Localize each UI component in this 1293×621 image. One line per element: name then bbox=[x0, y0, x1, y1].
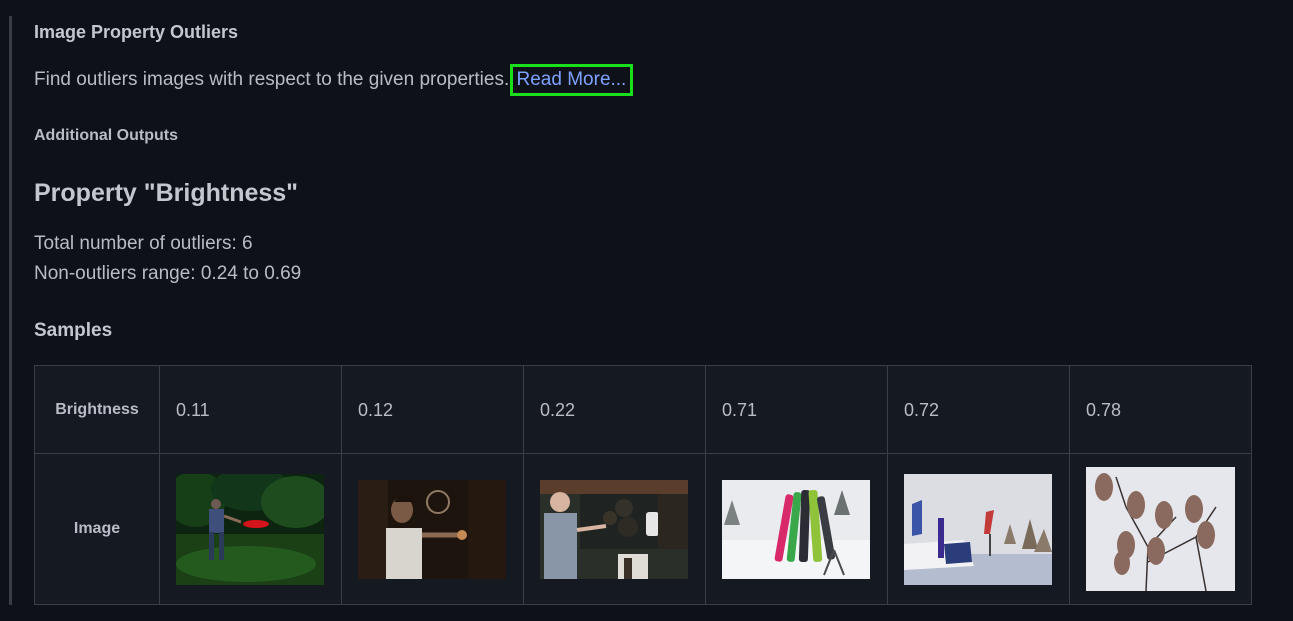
sample-image-snow-park bbox=[904, 473, 1052, 585]
left-border-rule bbox=[9, 16, 12, 605]
sample-image-birds bbox=[1086, 467, 1235, 591]
image-row: Image bbox=[34, 453, 1252, 605]
sample-image-man-dark-room bbox=[358, 479, 506, 579]
brightness-value: 0.71 bbox=[705, 365, 888, 454]
image-cell bbox=[705, 453, 888, 605]
check-title: Image Property Outliers bbox=[34, 22, 239, 42]
brightness-value: 0.11 bbox=[159, 365, 342, 454]
image-row-label: Image bbox=[34, 453, 160, 605]
sample-image-man-kitchen bbox=[540, 479, 688, 579]
read-more-link[interactable]: Read More... bbox=[509, 64, 634, 96]
check-description: Find outliers images with respect to the… bbox=[34, 64, 634, 96]
image-cell bbox=[887, 453, 1070, 605]
brightness-row-label: Brightness bbox=[34, 365, 160, 454]
total-outliers-text: Total number of outliers: 6 bbox=[34, 233, 253, 254]
sample-image-snowboards bbox=[722, 479, 870, 579]
brightness-value: 0.78 bbox=[1069, 365, 1252, 454]
brightness-value: 0.12 bbox=[341, 365, 524, 454]
samples-table: Brightness 0.11 0.12 0.22 0.71 0.72 0.78… bbox=[34, 365, 1252, 605]
brightness-value: 0.72 bbox=[887, 365, 1070, 454]
image-cell bbox=[341, 453, 524, 605]
non-outliers-range-text: Non-outliers range: 0.24 to 0.69 bbox=[34, 263, 302, 284]
image-cell bbox=[1069, 453, 1252, 605]
samples-heading: Samples bbox=[34, 320, 113, 341]
brightness-row: Brightness 0.11 0.12 0.22 0.71 0.72 0.78 bbox=[34, 365, 1252, 454]
sample-image-frisbee-night bbox=[176, 473, 324, 585]
image-cell bbox=[159, 453, 342, 605]
description-text: Find outliers images with respect to the… bbox=[34, 69, 510, 90]
brightness-value: 0.22 bbox=[523, 365, 706, 454]
property-title: Property "Brightness" bbox=[34, 179, 299, 207]
image-cell bbox=[523, 453, 706, 605]
additional-outputs-heading: Additional Outputs bbox=[34, 127, 178, 144]
